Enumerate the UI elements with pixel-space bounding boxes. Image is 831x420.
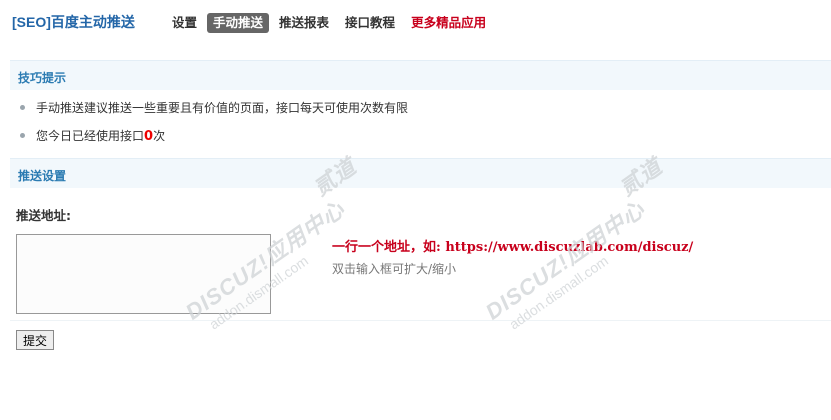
nav-tab-api-tutorial[interactable]: 接口教程 <box>339 13 401 33</box>
app-title: [SEO]百度主动推送 <box>12 14 135 30</box>
push-section-title: 推送设置 <box>18 169 67 183</box>
tips-section-title: 技巧提示 <box>18 71 67 85</box>
watermark-brand-2: DISCUZ!应用中心 <box>480 196 650 325</box>
tip-item: 手动推送建议推送一些重要且有价值的页面，接口每天可使用次数有限 <box>16 100 408 128</box>
tips-list: 手动推送建议推送一些重要且有价值的页面，接口每天可使用次数有限 您今日已经使用接… <box>16 100 408 156</box>
top-nav: 设置 手动推送 推送报表 接口教程 更多精品应用 <box>166 12 496 34</box>
textarea-resize-hint: 双击输入框可扩大/缩小 <box>332 262 457 276</box>
form-divider <box>10 320 831 321</box>
push-url-label: 推送地址: <box>16 208 71 223</box>
submit-button[interactable]: 提交 <box>16 330 55 350</box>
top-bar: [SEO]百度主动推送 设置 手动推送 推送报表 接口教程 更多精品应用 <box>0 0 831 44</box>
usage-suffix: 次 <box>153 129 166 143</box>
tip-text: 手动推送建议推送一些重要且有价值的页面，接口每天可使用次数有限 <box>36 101 409 115</box>
nav-tab-more-apps[interactable]: 更多精品应用 <box>405 13 492 33</box>
push-url-textarea[interactable] <box>16 234 271 314</box>
tips-section-header: 技巧提示 <box>10 60 831 90</box>
usage-prefix: 您今日已经使用接口 <box>36 129 145 143</box>
nav-tab-settings[interactable]: 设置 <box>166 13 203 33</box>
watermark-logo-2: DISCUZ!应用中心 addon.dismall.com <box>478 192 660 339</box>
tip-item-usage: 您今日已经使用接口0次 <box>16 128 408 156</box>
nav-tab-manual-push[interactable]: 手动推送 <box>207 13 270 33</box>
push-url-hint: 一行一个地址，如: https://www.discuzlab.com/disc… <box>332 240 694 255</box>
push-section-header: 推送设置 <box>10 158 831 188</box>
usage-count: 0 <box>144 129 154 144</box>
nav-tab-push-report[interactable]: 推送报表 <box>273 13 335 33</box>
